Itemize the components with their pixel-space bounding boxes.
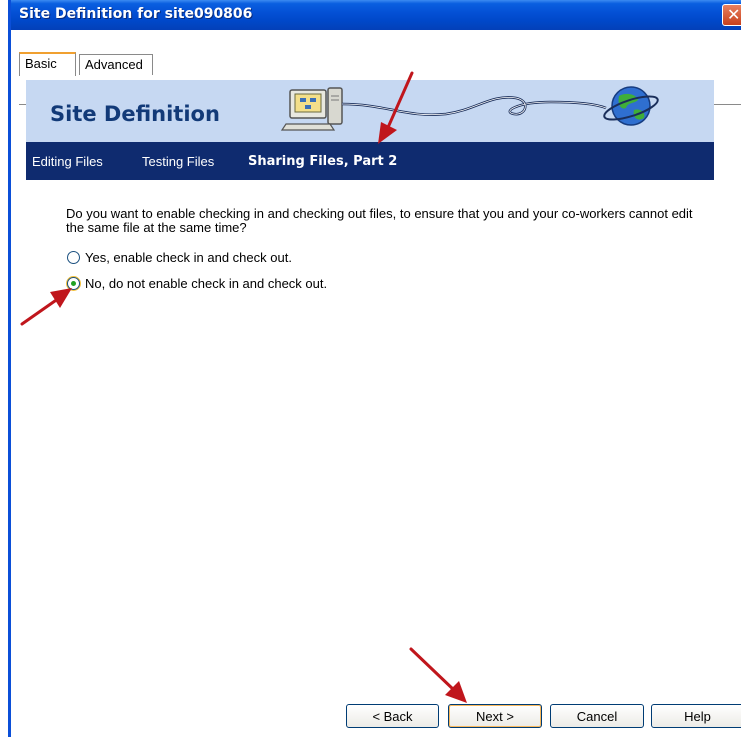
title-bar[interactable]: Site Definition for site090806 ✕	[11, 0, 741, 30]
next-button[interactable]: Next >	[448, 704, 542, 728]
radio-button-no[interactable]	[67, 277, 80, 290]
wizard-steps-bar: Editing Files Testing Files Sharing File…	[26, 142, 714, 180]
window-title: Site Definition for site090806	[19, 6, 253, 22]
option-enable-checkout[interactable]: Yes, enable check in and check out.	[67, 250, 292, 265]
step-testing-files: Testing Files	[142, 154, 215, 169]
help-button[interactable]: Help	[651, 704, 741, 728]
option-label-yes: Yes, enable check in and check out.	[85, 250, 292, 265]
radio-button-yes[interactable]	[67, 251, 80, 264]
cancel-button[interactable]: Cancel	[550, 704, 644, 728]
close-icon: ✕	[727, 5, 741, 24]
step-sharing-files: Sharing Files, Part 2	[248, 154, 398, 169]
site-definition-dialog: Site Definition for site090806 ✕ Basic A…	[8, 0, 741, 737]
tab-basic[interactable]: Basic	[19, 52, 76, 76]
checkout-question: Do you want to enable checking in and ch…	[66, 206, 693, 235]
option-disable-checkout[interactable]: No, do not enable check in and check out…	[67, 276, 327, 291]
tab-strip: Basic Advanced	[11, 30, 741, 105]
banner-title: Site Definition	[50, 102, 220, 126]
network-illustration-icon	[280, 86, 659, 131]
step-editing-files: Editing Files	[32, 154, 103, 169]
back-button[interactable]: < Back	[346, 704, 439, 728]
wizard-banner: Site Definition	[26, 80, 714, 142]
close-button[interactable]: ✕	[722, 4, 741, 26]
option-label-no: No, do not enable check in and check out…	[85, 276, 328, 291]
tab-advanced[interactable]: Advanced	[79, 54, 153, 75]
